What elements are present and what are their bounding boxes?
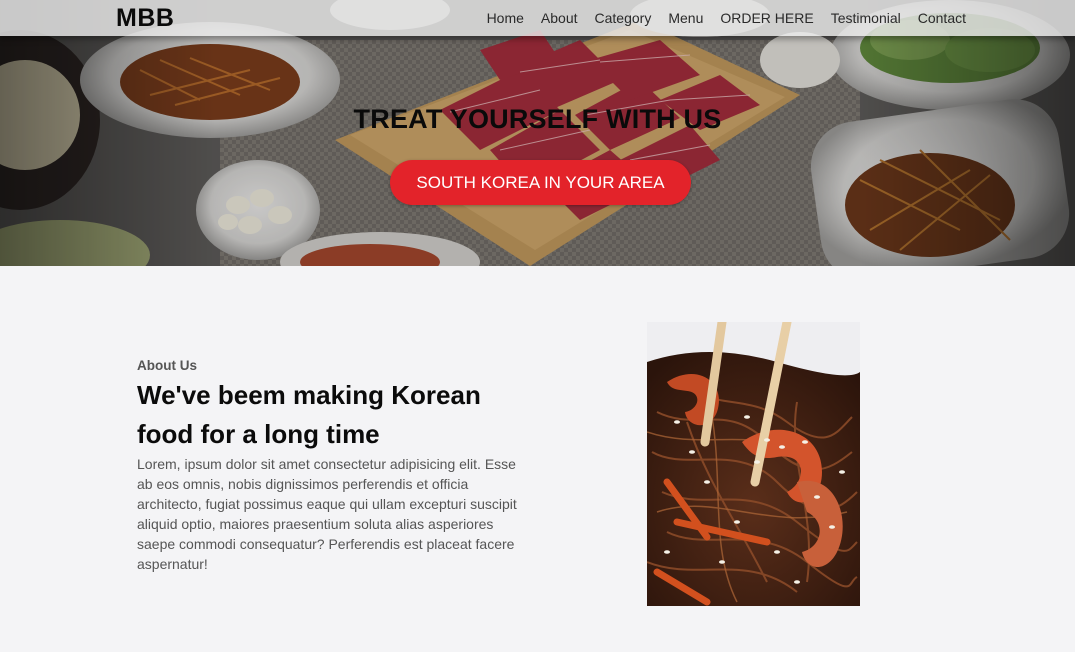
brand-logo[interactable]: MBB (116, 4, 174, 33)
hero-title: TREAT YOURSELF WITH US (353, 104, 722, 134)
about-eyebrow: About Us (137, 358, 197, 373)
nav-link-order-here[interactable]: ORDER HERE (720, 10, 813, 26)
nav-link-home[interactable]: Home (487, 10, 524, 26)
nav-links: Home About Category Menu ORDER HERE Test… (487, 10, 966, 26)
south-korea-cta-button[interactable]: SOUTH KOREA IN YOUR AREA (390, 160, 691, 205)
about-body-text: Lorem, ipsum dolor sit amet consectetur … (137, 456, 517, 572)
nav-link-testimonial[interactable]: Testimonial (831, 10, 901, 26)
about-heading: We've beem making Korean food for a long… (137, 380, 481, 449)
nav-link-about[interactable]: About (541, 10, 578, 26)
nav-link-category[interactable]: Category (595, 10, 652, 26)
nav-link-menu[interactable]: Menu (668, 10, 703, 26)
japchae-noodles-image (647, 322, 860, 606)
hero-banner: TREAT YOURSELF WITH US SOUTH KOREA IN YO… (0, 0, 1075, 266)
nav-link-contact[interactable]: Contact (918, 10, 966, 26)
top-navbar: MBB Home About Category Menu ORDER HERE … (0, 0, 1075, 36)
about-section: About Us We've beem making Korean food f… (0, 266, 1075, 652)
